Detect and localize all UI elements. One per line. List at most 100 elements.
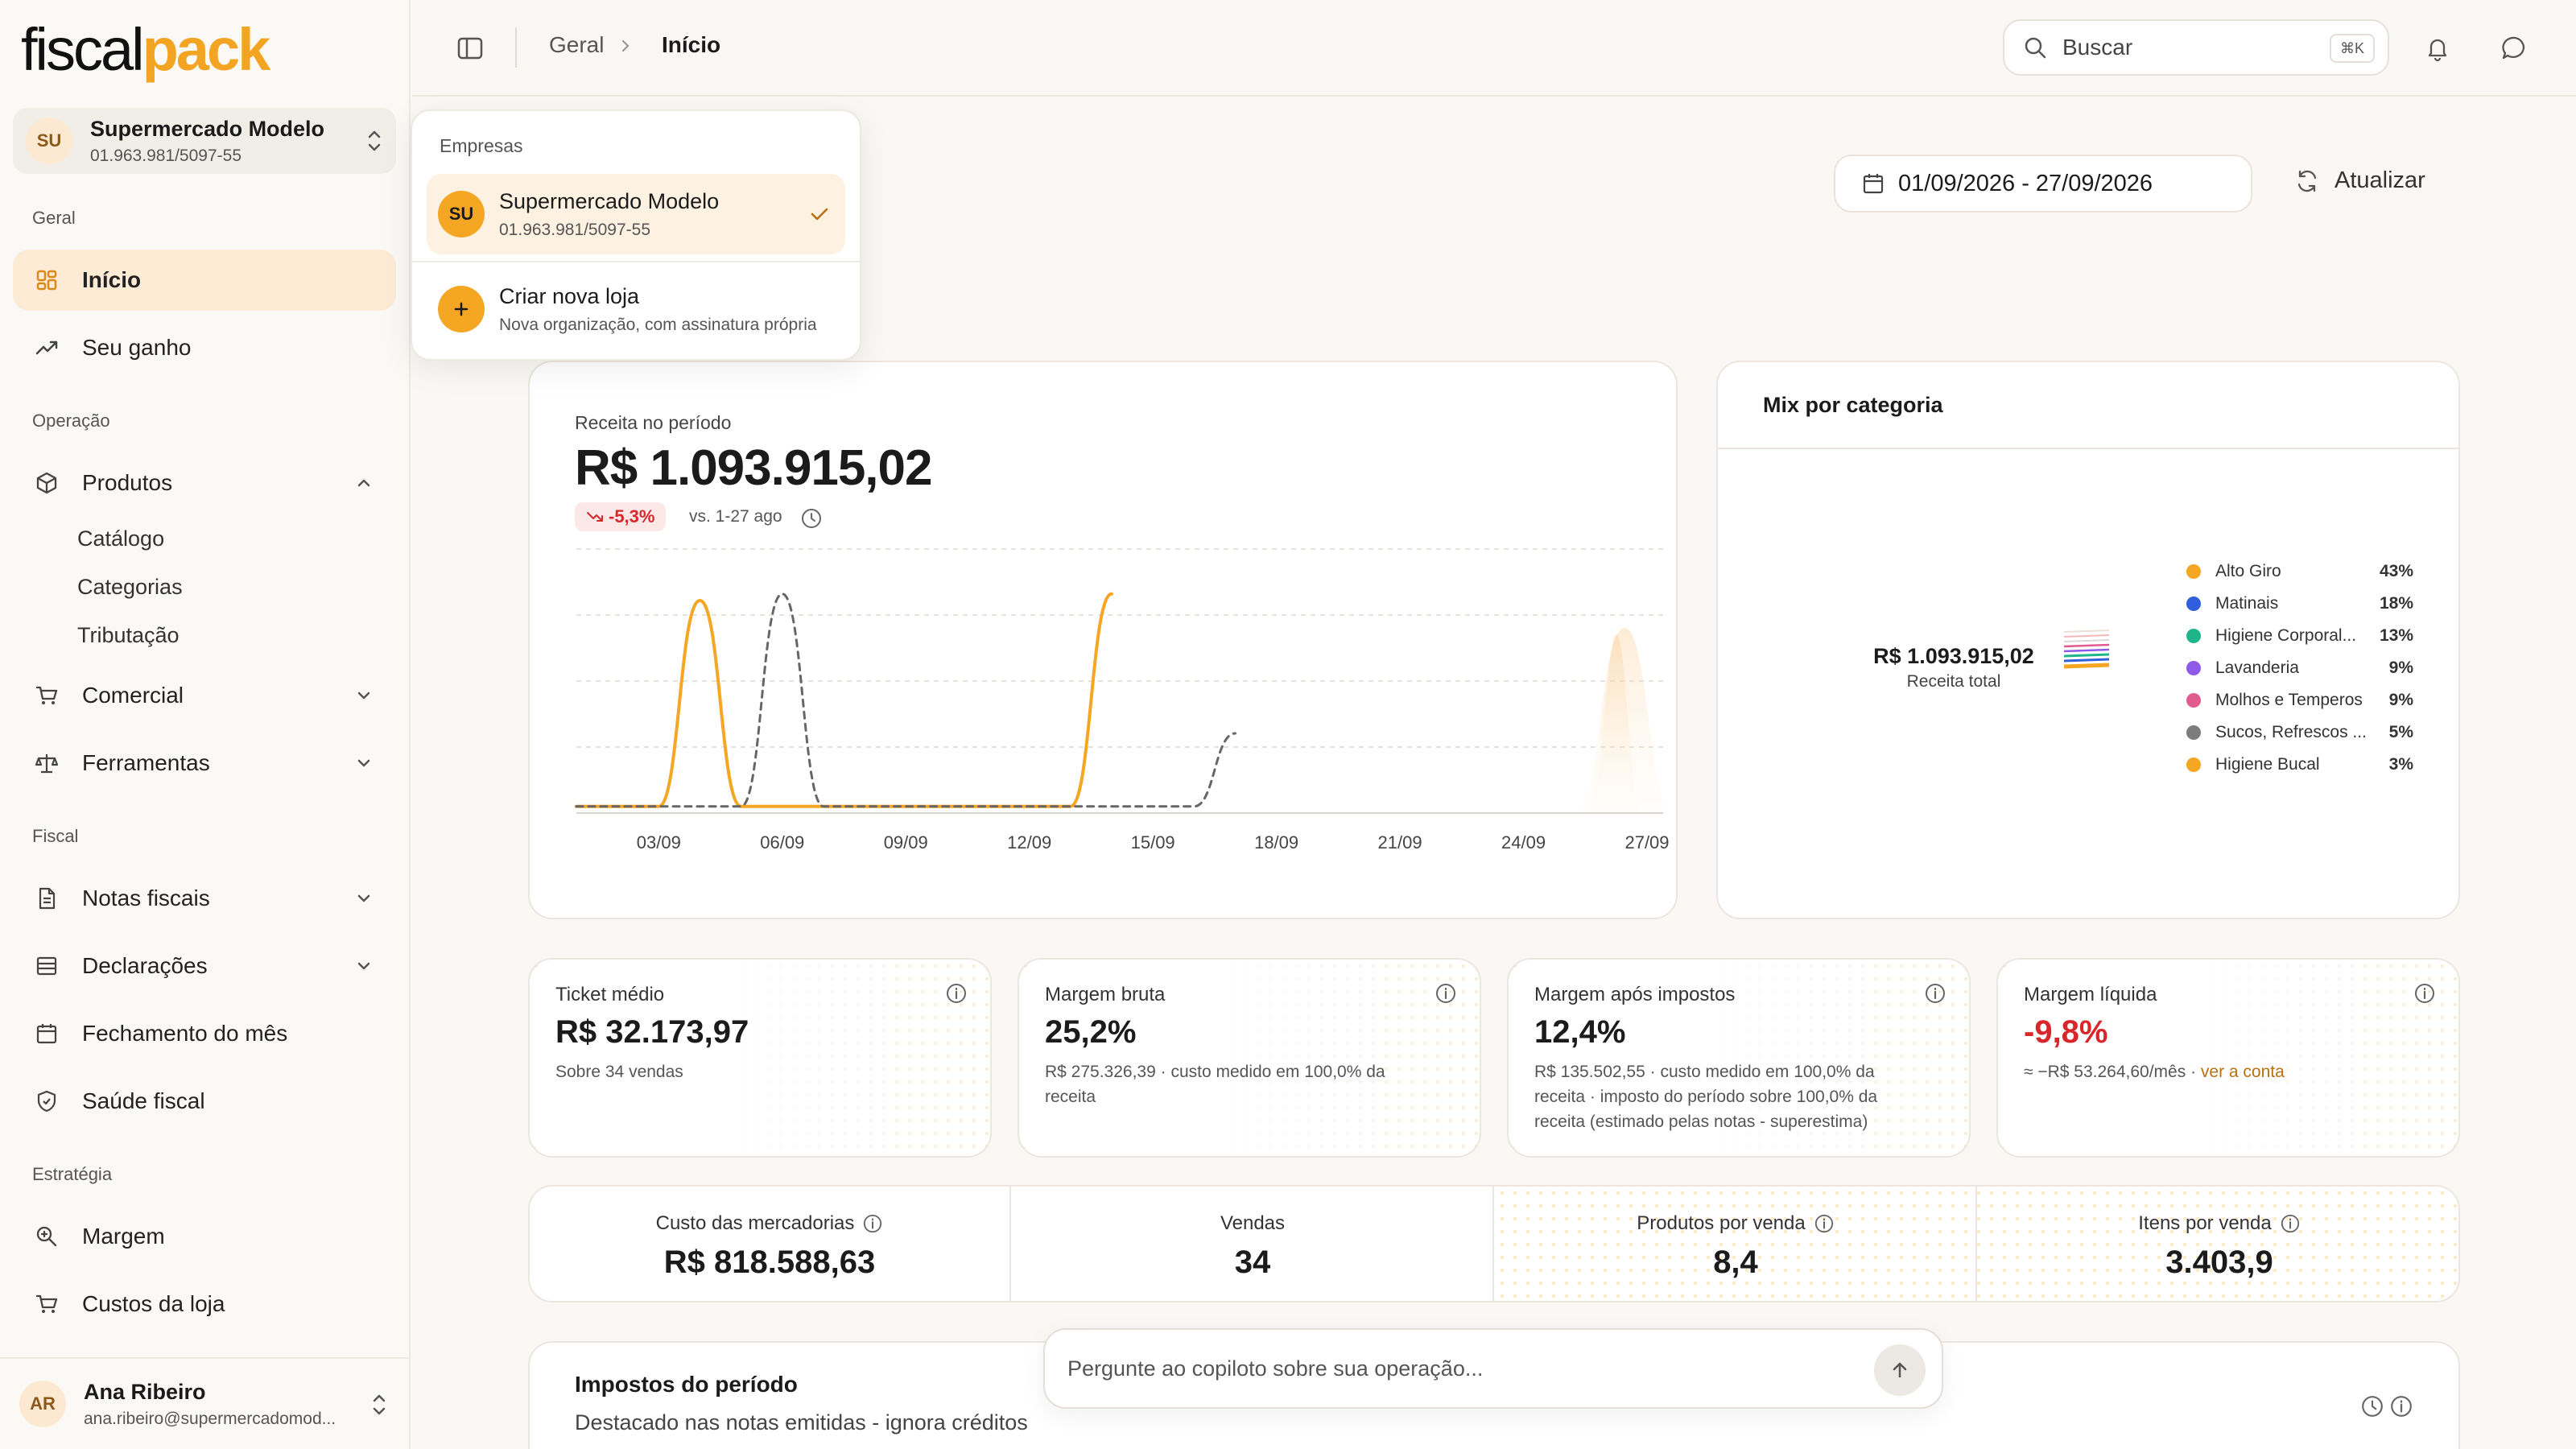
kpi-card-ticket-medio: Ticket médio R$ 32.173,97 Sobre 34 venda…: [528, 958, 992, 1158]
info-icon[interactable]: [1924, 982, 1946, 1005]
mix-title: Mix por categoria: [1763, 393, 1943, 417]
sidebar-item-margem[interactable]: Margem: [13, 1206, 396, 1267]
chevron-down-icon: [357, 894, 370, 902]
sidebar-item-label: Início: [82, 267, 142, 292]
dropdown-header: Empresas: [440, 135, 523, 156]
section-label-estrategia: Estratégia: [32, 1164, 113, 1184]
taxes-title: Impostos do período: [575, 1372, 798, 1397]
x-tick-label: 27/09: [1624, 832, 1669, 852]
check-icon: [811, 208, 828, 221]
org-switcher[interactable]: SU Supermercado Modelo 01.963.981/5097-5…: [13, 108, 396, 174]
chevron-down-icon: [357, 759, 370, 767]
breadcrumb-root[interactable]: Geral: [549, 32, 604, 58]
date-range-picker[interactable]: 01/09/2026 - 27/09/2026: [1834, 155, 2252, 213]
sidebar-item-ferramentas[interactable]: Ferramentas: [13, 733, 396, 794]
bell-icon[interactable]: [2423, 34, 2452, 63]
legend-label: Matinais: [2215, 594, 2279, 613]
create-store-label: Criar nova loja: [499, 283, 640, 308]
user-email: ana.ribeiro@supermercadomod...: [84, 1409, 336, 1428]
legend-value: 9%: [2388, 691, 2413, 709]
mix-total: R$ 1.093.915,02 Receita total: [1869, 644, 2038, 691]
info-icon[interactable]: [2280, 1213, 2301, 1234]
mix-stacked-icon: [2063, 630, 2110, 669]
kpi-title: Ticket médio: [555, 984, 665, 1005]
section-label-operacao: Operação: [32, 411, 110, 431]
revenue-card: Receita no período R$ 1.093.915,02 -5,3%…: [528, 361, 1678, 919]
divider: [1718, 448, 2458, 449]
kpi-title: Margem bruta: [1045, 984, 1166, 1005]
sidebar-item-custos[interactable]: Custos da loja: [13, 1274, 396, 1335]
section-label-geral: Geral: [32, 208, 76, 228]
calendar-icon: [34, 1021, 60, 1046]
logo-text-fiscal: fiscal: [21, 16, 145, 83]
sidebar-toggle-icon[interactable]: [456, 34, 485, 63]
metric-itens-por-venda: Itens por venda 3.403,9: [1979, 1187, 2458, 1301]
clock-icon[interactable]: [800, 507, 823, 530]
sidebar-item-saude-fiscal[interactable]: Saúde fiscal: [13, 1071, 396, 1132]
chevron-down-icon: [357, 691, 370, 700]
legend-item: Sucos, Refrescos ... 5%: [2186, 716, 2413, 749]
search-input[interactable]: Buscar ⌘K: [2003, 19, 2389, 76]
refresh-button[interactable]: Atualizar: [2294, 167, 2425, 194]
info-icon[interactable]: [2413, 982, 2436, 1005]
send-button[interactable]: [1874, 1344, 1926, 1396]
sidebar-item-declaracoes[interactable]: Declarações: [13, 935, 396, 997]
dashboard-icon: [34, 267, 60, 293]
legend-item: Matinais 18%: [2186, 588, 2413, 620]
sidebar-item-label: Custos da loja: [82, 1291, 225, 1316]
calendar-icon: [1863, 174, 1884, 194]
metric-label: Produtos por venda: [1637, 1212, 1806, 1234]
package-icon: [34, 470, 60, 496]
clock-icon[interactable]: [2360, 1394, 2384, 1418]
sidebar-item-label: Ferramentas: [82, 750, 210, 775]
chat-icon[interactable]: [2500, 34, 2529, 63]
info-icon[interactable]: [1814, 1213, 1835, 1234]
kpi-value: 12,4%: [1534, 1014, 1626, 1050]
sidebar-subitem-catalogo[interactable]: Catálogo: [77, 526, 164, 551]
sidebar-subitem-categorias[interactable]: Categorias: [77, 575, 183, 600]
sidebar-item-fechamento[interactable]: Fechamento do mês: [13, 1003, 396, 1064]
dropdown-item-org[interactable]: SU Supermercado Modelo 01.963.981/5097-5…: [427, 174, 845, 254]
sidebar-item-inicio[interactable]: Início: [13, 250, 396, 311]
info-icon[interactable]: [2389, 1394, 2413, 1418]
section-label-fiscal: Fiscal: [32, 826, 79, 846]
sidebar-item-produtos[interactable]: Produtos: [13, 452, 396, 514]
x-tick-label: 09/09: [884, 832, 928, 852]
user-menu[interactable]: AR Ana Ribeiro ana.ribeiro@supermercadom…: [0, 1357, 411, 1449]
sidebar-item-label: Margem: [82, 1224, 165, 1249]
sidebar-item-label: Saúde fiscal: [82, 1088, 205, 1113]
user-name: Ana Ribeiro: [84, 1379, 206, 1404]
info-icon[interactable]: [862, 1213, 883, 1234]
x-tick-label: 15/09: [1131, 832, 1175, 852]
info-icon[interactable]: [1435, 982, 1457, 1005]
legend-item: Alto Giro 43%: [2186, 555, 2413, 588]
legend-value: 13%: [2379, 626, 2413, 645]
sidebar-item-label: Declarações: [82, 953, 208, 978]
info-icon[interactable]: [945, 982, 968, 1005]
chevron-down-icon: [357, 962, 370, 970]
sidebar: fiscalpack SU Supermercado Modelo 01.963…: [0, 0, 411, 1449]
legend-value: 5%: [2388, 723, 2413, 741]
mix-total-label: Receita total: [1906, 672, 2001, 691]
legend-item: Higiene Bucal 3%: [2186, 749, 2413, 781]
cart-icon: [34, 683, 60, 708]
trending-down-icon: [587, 512, 603, 522]
metric-value: 3.403,9: [2165, 1245, 2273, 1280]
ver-a-conta-link[interactable]: ver a conta: [2201, 1063, 2285, 1081]
metric-label: Itens por venda: [2138, 1212, 2272, 1234]
sidebar-item-comercial[interactable]: Comercial: [13, 665, 396, 726]
app-logo[interactable]: fiscalpack: [21, 16, 271, 83]
sidebar-item-notas-fiscais[interactable]: Notas fiscais: [13, 868, 396, 929]
sidebar-item-label: Comercial: [82, 683, 184, 708]
copilot-input[interactable]: Pergunte ao copiloto sobre sua operação.…: [1043, 1328, 1943, 1409]
kpi-title: Margem após impostos: [1534, 984, 1736, 1005]
divider: [515, 27, 517, 68]
sidebar-item-label: Seu ganho: [82, 335, 192, 360]
sidebar-item-seu-ganho[interactable]: Seu ganho: [13, 317, 396, 378]
sidebar-subitem-tributacao[interactable]: Tributação: [77, 623, 180, 648]
create-store-button[interactable]: Criar nova loja Nova organização, com as…: [427, 269, 845, 349]
logo-text-pack: pack: [142, 16, 271, 83]
legend-label: Higiene Corporal...: [2215, 626, 2357, 645]
legend-swatch: [2186, 597, 2201, 611]
x-tick-label: 03/09: [637, 832, 681, 852]
